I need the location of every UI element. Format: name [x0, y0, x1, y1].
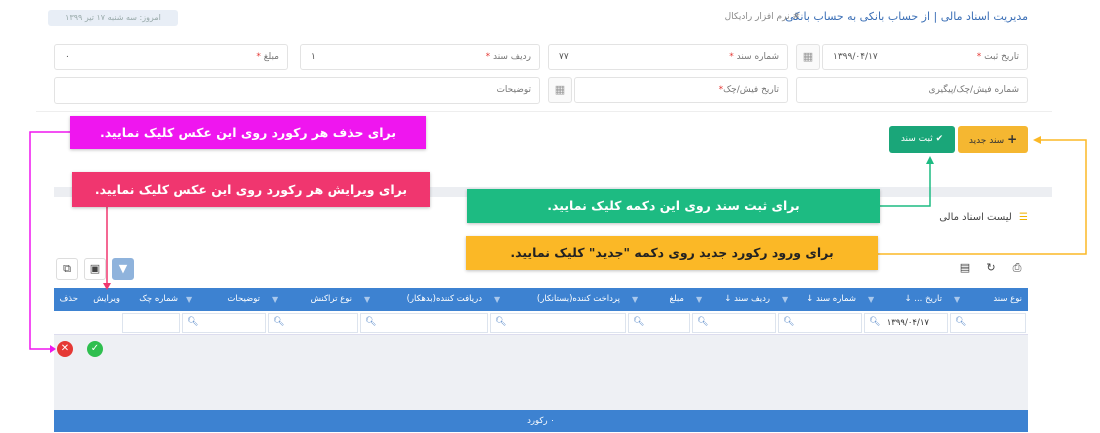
search-icon: 🔍︎: [783, 317, 795, 327]
filter-input-receiver[interactable]: 🔍︎: [360, 313, 488, 333]
column-header-delete: حذف: [59, 294, 78, 304]
filter-icon[interactable]: ▼: [186, 288, 192, 311]
calendar-icon[interactable]: ▦: [548, 77, 572, 103]
filter-icon[interactable]: ▼: [112, 258, 134, 280]
filter-input-reg-date[interactable]: 🔍︎ ۱۳۹۹/۰۴/۱۷: [864, 313, 948, 333]
filter-icon[interactable]: ▼: [632, 288, 638, 311]
save-document-label: ثبت سند: [900, 134, 933, 144]
new-document-label: سند جدید: [968, 136, 1005, 146]
doc-row-field[interactable]: ردیف سند * ۱: [300, 44, 540, 70]
search-icon: 🔍︎: [187, 317, 199, 327]
filter-input-amount[interactable]: 🔍︎: [628, 313, 690, 333]
database-icon: ☰: [1019, 212, 1028, 223]
grid-footer: ۰ رکورد: [54, 410, 1028, 432]
filter-input-transaction-type[interactable]: 🔍︎: [268, 313, 358, 333]
column-header-transaction-type[interactable]: نوع تراکنش ▼: [266, 288, 358, 311]
description-label: توضیحات: [496, 85, 531, 95]
callout-delete-hint: برای حذف هر رکورد روی این عکس کلیک نمایی…: [70, 116, 426, 149]
grid-header: نوع سند ▼ تاریخ ... ↓ ▼ شماره سند ↓ ▼ ردیف …: [54, 288, 1028, 311]
page-title: مدیریت اسناد مالی | از حساب بانکی به حسا…: [785, 10, 1028, 23]
column-header-doc-type[interactable]: نوع سند ▼: [948, 288, 1028, 311]
filter-input-doc-row[interactable]: 🔍︎: [692, 313, 776, 333]
filter-icon[interactable]: ▼: [272, 288, 278, 311]
copy-icon[interactable]: ⧉: [56, 258, 78, 280]
reg-date-value: ۱۳۹۹/۰۴/۱۷: [833, 52, 878, 62]
reg-date-field[interactable]: تاریخ ثبت * ۱۳۹۹/۰۴/۱۷: [822, 44, 1028, 70]
column-header-receiver[interactable]: دریافت کننده(بدهکار) ▼: [358, 288, 488, 311]
new-arrow-head: [1033, 136, 1041, 144]
search-icon: 🔍︎: [495, 317, 507, 327]
grid-filter-row: 🔍︎ 🔍︎ ۱۳۹۹/۰۴/۱۷ 🔍︎ 🔍︎ 🔍︎ 🔍︎ 🔍︎ 🔍︎ 🔍︎: [54, 311, 1028, 335]
doc-row-label: ردیف سند: [492, 52, 531, 62]
column-header-amount[interactable]: مبلغ ▼: [626, 288, 690, 311]
search-icon: 🔍︎: [273, 317, 285, 327]
refresh-icon[interactable]: ↻: [980, 258, 1002, 280]
filter-input-check-number[interactable]: [122, 313, 180, 333]
save-arrow: [880, 162, 931, 207]
edit-icon[interactable]: ✓: [87, 341, 103, 357]
new-document-button[interactable]: + سند جدید: [958, 126, 1028, 153]
new-arrow: [878, 139, 1087, 255]
search-icon: 🔍︎: [955, 317, 967, 327]
column-header-description[interactable]: توضیحات ▼: [180, 288, 266, 311]
delete-icon[interactable]: ✕: [57, 341, 73, 357]
amount-value: ۰: [65, 52, 70, 62]
filter-icon[interactable]: ▼: [954, 288, 960, 311]
filter-icon[interactable]: ▼: [494, 288, 500, 311]
search-icon: 🔍︎: [697, 317, 709, 327]
calendar-icon[interactable]: ▦: [796, 44, 820, 70]
filter-input-doc-type[interactable]: 🔍︎: [950, 313, 1026, 333]
grid-body: [54, 335, 1028, 410]
amount-field[interactable]: مبلغ * ۰: [54, 44, 288, 70]
receipt-date-field[interactable]: تاریخ فیش/چک*: [574, 77, 788, 103]
column-header-doc-number[interactable]: شماره سند ↓ ▼: [776, 288, 862, 311]
callout-edit-hint: برای ویرایش هر رکورد روی این عکس کلیک نم…: [72, 172, 430, 207]
column-header-reg-date[interactable]: تاریخ ... ↓ ▼: [862, 288, 948, 311]
list-title: ☰ لیست اسناد مالی: [939, 212, 1028, 223]
search-icon: 🔍︎: [869, 317, 881, 327]
print-icon[interactable]: ⎙: [1006, 258, 1028, 280]
filter-input-doc-number[interactable]: 🔍︎: [778, 313, 862, 333]
save-arrow-head: [926, 156, 934, 164]
doc-row-value: ۱: [311, 52, 316, 62]
doc-number-field[interactable]: شماره سند * ۷۷: [548, 44, 788, 70]
receipt-number-field[interactable]: شماره فیش/چک/پیگیری: [796, 77, 1028, 103]
doc-number-value: ۷۷: [559, 52, 569, 62]
description-field[interactable]: توضیحات: [54, 77, 540, 104]
receipt-number-label: شماره فیش/چک/پیگیری: [928, 85, 1019, 95]
reg-date-label: تاریخ ثبت: [984, 52, 1019, 62]
filter-icon[interactable]: ▼: [364, 288, 370, 311]
filter-icon[interactable]: ▼: [782, 288, 788, 311]
filter-icon[interactable]: ▼: [868, 288, 874, 311]
column-header-doc-row[interactable]: ردیف سند ↓ ▼: [690, 288, 776, 311]
callout-save-hint: برای ثبت سند روی این دکمه کلیک نمایید.: [467, 189, 880, 223]
search-icon: 🔍︎: [365, 317, 377, 327]
column-chooser-icon[interactable]: ▤: [954, 258, 976, 280]
column-header-payer[interactable]: پرداخت کننده(بستانکار) ▼: [488, 288, 626, 311]
check-icon: ✔: [935, 134, 944, 144]
filter-input-description[interactable]: 🔍︎: [182, 313, 266, 333]
date-badge: امروز: سه شنبه ۱۷ تیر ۱۳۹۹: [48, 10, 178, 26]
filter-input-payer[interactable]: 🔍︎: [490, 313, 626, 333]
excel-export-icon[interactable]: ▣: [84, 258, 106, 280]
callout-new-hint: برای ورود رکورد جدید روی دکمه "جدید" کلی…: [466, 236, 878, 270]
search-icon: 🔍︎: [633, 317, 645, 327]
receipt-date-label: تاریخ فیش/چک: [723, 85, 779, 95]
column-header-edit: ویرایش: [93, 294, 120, 304]
save-document-button[interactable]: ✔ ثبت سند: [889, 126, 955, 153]
doc-number-label: شماره سند: [736, 52, 779, 62]
column-header-check-number[interactable]: شماره چک: [120, 288, 180, 311]
app-name: # نرم افزار رادیکال: [724, 12, 800, 22]
amount-label: مبلغ: [263, 52, 279, 62]
filter-icon[interactable]: ▼: [696, 288, 702, 311]
plus-icon: +: [1007, 132, 1018, 146]
